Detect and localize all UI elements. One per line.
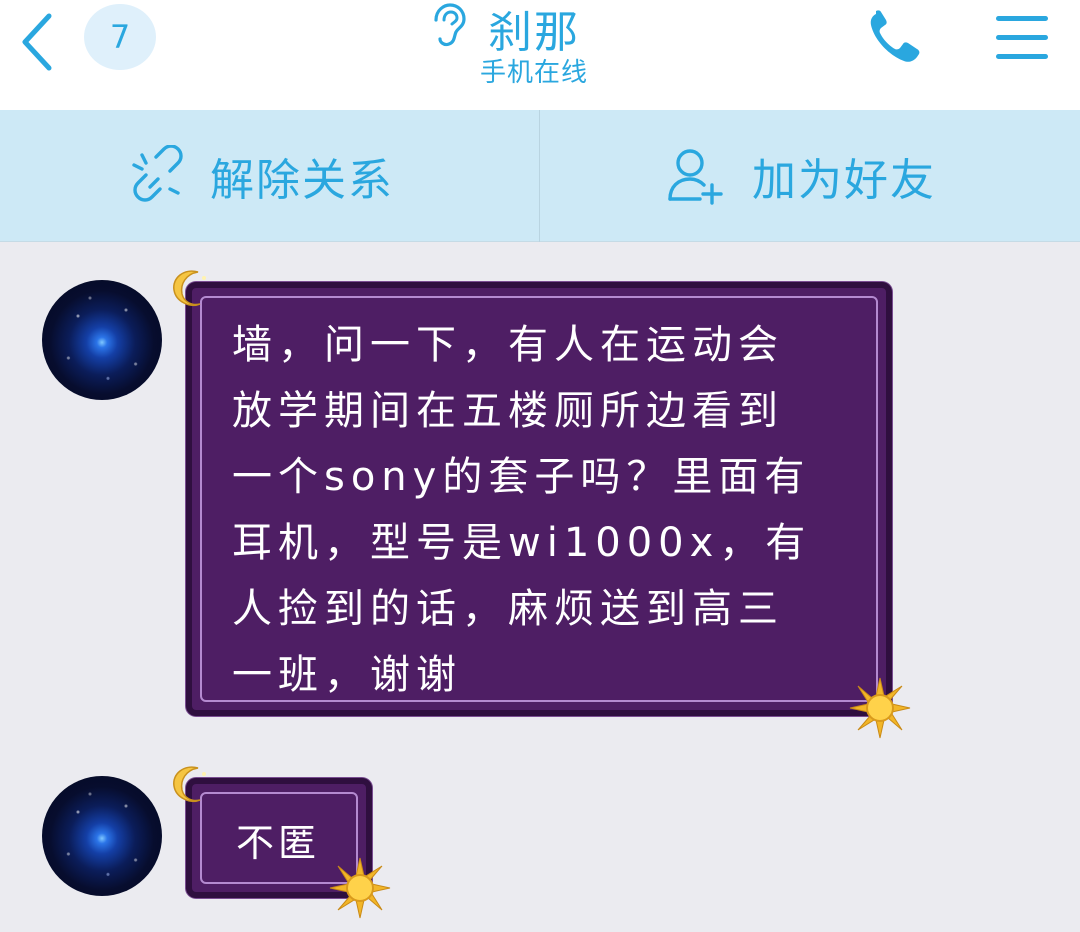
message-bubble[interactable]: 不匿 (186, 778, 372, 898)
add-friend-label: 加为好友 (752, 155, 936, 206)
call-button[interactable] (862, 6, 934, 70)
ear-icon (434, 3, 466, 47)
chat-header: 7 刹那 手机在线 (0, 0, 1080, 110)
unlink-label: 解除关系 (210, 155, 394, 206)
unlink-icon (132, 145, 183, 202)
chevron-left-icon (22, 13, 52, 71)
message-bubble[interactable]: 墙，问一下，有人在运动会 放学期间在五楼厕所边看到 一个sony的套子吗？里面有… (186, 282, 892, 716)
contact-status: 手机在线 (480, 58, 589, 88)
unlink-button[interactable]: 解除关系 (128, 110, 394, 242)
contact-title[interactable]: 刹那 手机在线 (380, 0, 700, 110)
avatar[interactable] (42, 280, 162, 400)
unread-count-badge[interactable]: 7 (84, 4, 156, 70)
avatar[interactable] (42, 776, 162, 896)
action-divider (539, 110, 540, 242)
menu-button[interactable] (990, 8, 1054, 68)
message-text: 不匿 (236, 821, 321, 865)
menu-icon (996, 16, 1048, 59)
add-user-icon (668, 149, 723, 205)
phone-icon (870, 10, 920, 62)
relationship-action-bar: 解除关系 加为好友 (0, 110, 1080, 242)
add-friend-button[interactable]: 加为好友 (666, 110, 936, 242)
message-text: 墙，问一下，有人在运动会 放学期间在五楼厕所边看到 一个sony的套子吗？里面有… (232, 322, 812, 698)
back-button[interactable] (12, 10, 62, 74)
contact-name: 刹那 (488, 7, 580, 58)
